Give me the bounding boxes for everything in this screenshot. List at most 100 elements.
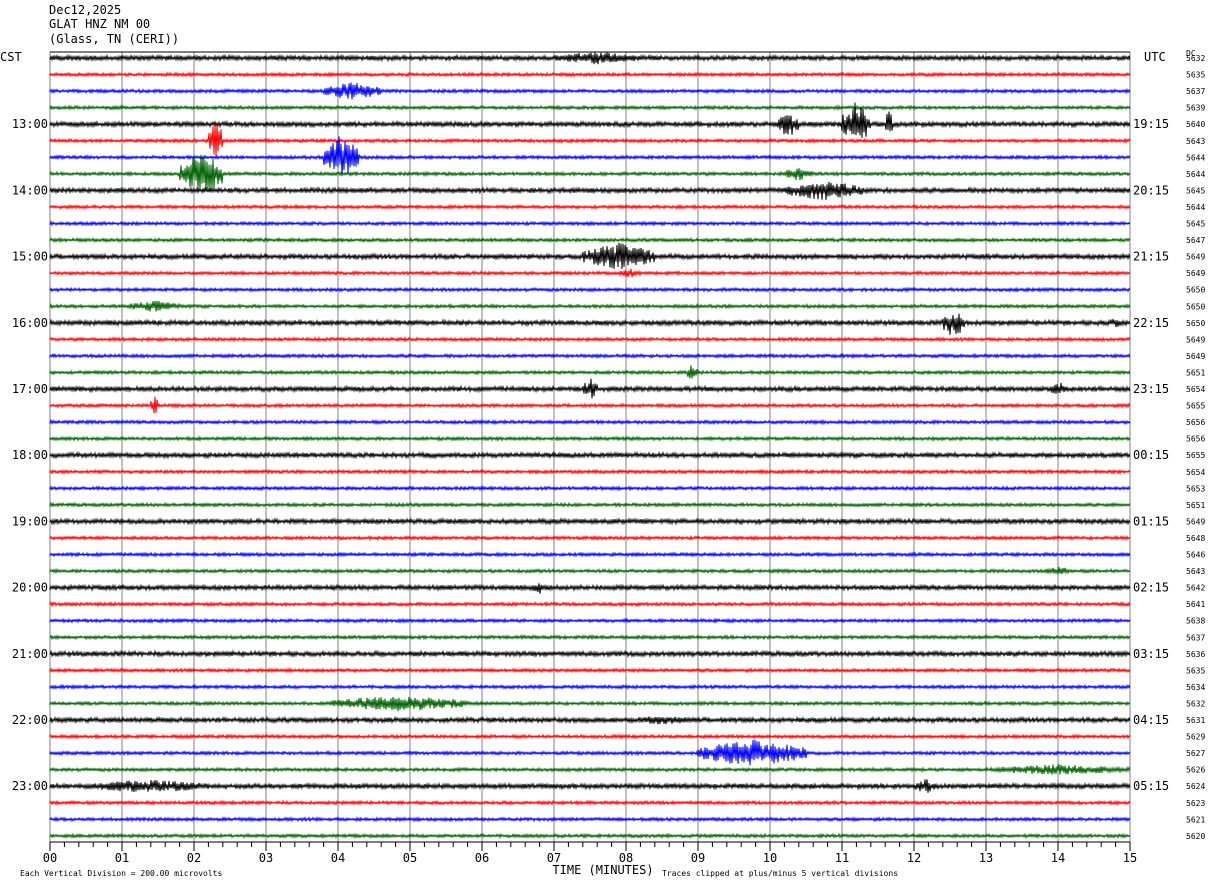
trace-33	[49, 600, 1131, 608]
trace-47	[49, 832, 1131, 840]
helicorder-plot: 5632 5635 5637 5639 5640 5643 5644 5644 5645 5644…	[0, 49, 1205, 878]
cst-hour-label: 17:00	[12, 382, 48, 396]
dc-value: 5626	[1186, 766, 1205, 775]
x-tick-label: 15	[1123, 851, 1137, 865]
dc-value: 5649	[1186, 269, 1205, 278]
trace-31	[49, 566, 1131, 575]
dc-value: 5655	[1186, 451, 1205, 460]
dc-value: 5643	[1186, 567, 1205, 576]
dc-value: 5623	[1186, 799, 1205, 808]
x-tick-label: 09	[691, 851, 705, 865]
x-tick-label: 03	[259, 851, 273, 865]
trace-5	[49, 123, 1131, 156]
utc-hour-label: 20:15	[1133, 183, 1169, 197]
traces	[49, 52, 1131, 840]
dc-value: 5624	[1186, 782, 1205, 791]
dc-value: 5654	[1186, 468, 1205, 477]
trace-41	[49, 733, 1131, 740]
trace-9	[49, 203, 1131, 211]
x-tick-label: 13	[979, 851, 993, 865]
dc-value: 5632	[1186, 699, 1205, 708]
dc-value: 5639	[1186, 104, 1205, 113]
cst-hour-label: 20:00	[12, 581, 48, 595]
trace-13	[49, 268, 1131, 278]
dc-value: 5640	[1186, 120, 1205, 129]
trace-20	[49, 378, 1131, 399]
dc-value: 5654	[1186, 385, 1205, 394]
grid-lines	[49, 51, 1131, 851]
trace-0	[49, 52, 1131, 65]
dc-value: 5631	[1186, 716, 1205, 725]
trace-42	[49, 739, 1131, 766]
dc-value: 5645	[1186, 186, 1205, 195]
cst-hour-label: 22:00	[12, 713, 48, 727]
dc-value: 5648	[1186, 534, 1205, 543]
trace-11	[49, 236, 1131, 244]
trace-23	[49, 435, 1131, 442]
utc-zone-label: UTC	[1144, 50, 1166, 64]
cst-hour-label: 13:00	[12, 117, 48, 131]
trace-39	[49, 696, 1131, 712]
cst-hour-label: 15:00	[12, 250, 48, 264]
dc-value: 5646	[1186, 551, 1205, 560]
x-tick-label: 11	[835, 851, 849, 865]
trace-34	[49, 617, 1131, 624]
trace-29	[49, 534, 1131, 542]
x-tick-label: 02	[187, 851, 201, 865]
trace-21	[49, 396, 1131, 414]
dc-value: 5656	[1186, 435, 1205, 444]
x-tick-label: 10	[763, 851, 777, 865]
cst-hour-label: 21:00	[12, 647, 48, 661]
dc-value: 5620	[1186, 832, 1205, 841]
dc-value: 5637	[1186, 87, 1205, 96]
x-tick-label: 12	[907, 851, 921, 865]
dc-value: 5642	[1186, 584, 1205, 593]
trace-27	[49, 501, 1131, 509]
trace-37	[49, 667, 1131, 674]
x-tick-label: 04	[331, 851, 345, 865]
trace-25	[49, 468, 1131, 476]
x-tick-label: 06	[475, 851, 489, 865]
x-tick-label: 14	[1051, 851, 1065, 865]
dc-value: 5650	[1186, 286, 1205, 295]
x-tick-label: 00	[43, 851, 57, 865]
trace-28	[49, 517, 1131, 526]
trace-46	[49, 816, 1131, 823]
scale-note: Each Vertical Division = 200.00 microvol…	[20, 869, 222, 878]
dc-value: 5644	[1186, 170, 1205, 179]
trace-7	[49, 154, 1131, 192]
trace-44	[49, 779, 1131, 793]
dc-value: 5650	[1186, 302, 1205, 311]
utc-hour-label: 22:15	[1133, 316, 1169, 330]
trace-43	[49, 764, 1131, 775]
trace-3	[49, 104, 1131, 111]
trace-35	[49, 633, 1131, 641]
trace-45	[49, 799, 1131, 807]
utc-hour-label: 02:15	[1133, 581, 1169, 595]
dc-value: 5637	[1186, 633, 1205, 642]
trace-36	[49, 649, 1131, 659]
dc-value: 5651	[1186, 368, 1205, 377]
trace-2	[49, 82, 1131, 100]
dc-value: 5638	[1186, 617, 1205, 626]
x-tick-label: 05	[403, 851, 417, 865]
cst-zone-label: CST	[0, 50, 22, 64]
dc-value: 5634	[1186, 683, 1205, 692]
utc-hour-label: 05:15	[1133, 779, 1169, 793]
dc-value: 5651	[1186, 501, 1205, 510]
trace-1	[49, 71, 1131, 78]
dc-value: 5649	[1186, 253, 1205, 262]
trace-26	[49, 485, 1131, 492]
dc-value: 5641	[1186, 600, 1205, 609]
trace-15	[49, 300, 1131, 312]
x-tick-label: 01	[115, 851, 129, 865]
cst-hour-label: 14:00	[12, 183, 48, 197]
dc-value: 5635	[1186, 71, 1205, 80]
dc-value: 5645	[1186, 220, 1205, 229]
trace-10	[49, 220, 1131, 227]
dc-header-label: DC	[1186, 49, 1196, 58]
trace-24	[49, 450, 1131, 460]
dc-value: 5627	[1186, 749, 1205, 758]
trace-32	[49, 583, 1131, 594]
trace-40	[49, 715, 1131, 725]
